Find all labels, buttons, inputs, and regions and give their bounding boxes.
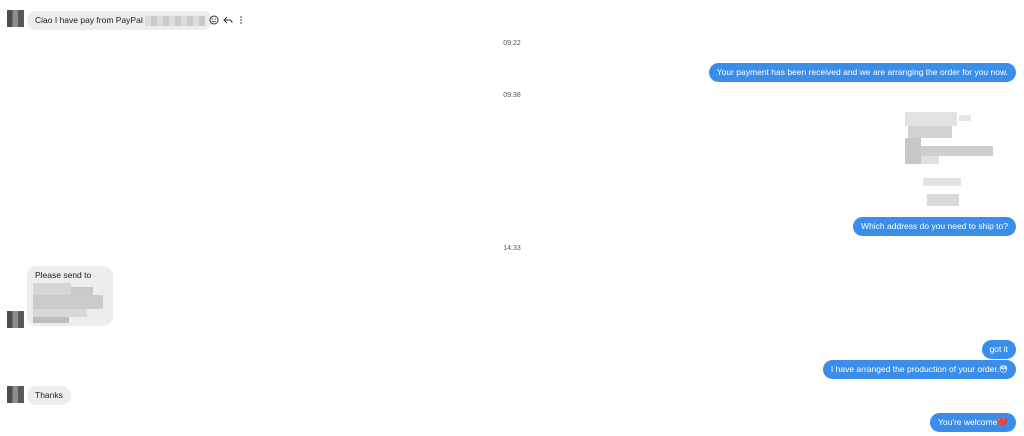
more-vertical-icon[interactable] [235, 14, 246, 25]
reply-icon[interactable] [222, 14, 233, 25]
message-text: got it [989, 344, 1008, 354]
avatar-contact[interactable] [7, 10, 24, 27]
timestamp: 09:22 [503, 40, 521, 47]
message-bubble-incoming[interactable]: Ciao I have pay from PayPal [27, 11, 214, 30]
message-text: Your payment has been received and we ar… [716, 67, 1008, 77]
smiley-icon[interactable] [208, 14, 219, 25]
message-bubble-outgoing[interactable]: You're welcome❤️ [929, 413, 1016, 432]
message-bubble-outgoing[interactable]: Which address do you need to ship to? [853, 217, 1016, 236]
avatar-contact[interactable] [7, 386, 24, 403]
message-text: I have arranged the production of your o… [830, 364, 1008, 374]
timestamp: 09:38 [503, 92, 521, 99]
image-attachment-redacted[interactable] [905, 112, 997, 208]
redacted-content [145, 15, 206, 26]
message-bubble-incoming[interactable]: Thanks [27, 386, 71, 405]
message-text: Ciao I have pay from PayPal [35, 15, 143, 25]
message-text: Please send to [35, 270, 92, 280]
message-bubble-incoming[interactable]: Please send to [27, 266, 113, 326]
message-text: You're welcome❤️ [937, 417, 1008, 427]
redacted-address [33, 283, 103, 323]
timestamp: 14:33 [503, 245, 521, 252]
message-text: Which address do you need to ship to? [861, 221, 1008, 231]
message-bubble-outgoing[interactable]: got it [981, 340, 1016, 359]
avatar-contact[interactable] [7, 311, 24, 328]
message-bubble-outgoing[interactable]: Your payment has been received and we ar… [708, 63, 1016, 82]
message-text: Thanks [35, 390, 63, 400]
message-bubble-outgoing[interactable]: I have arranged the production of your o… [822, 360, 1016, 379]
